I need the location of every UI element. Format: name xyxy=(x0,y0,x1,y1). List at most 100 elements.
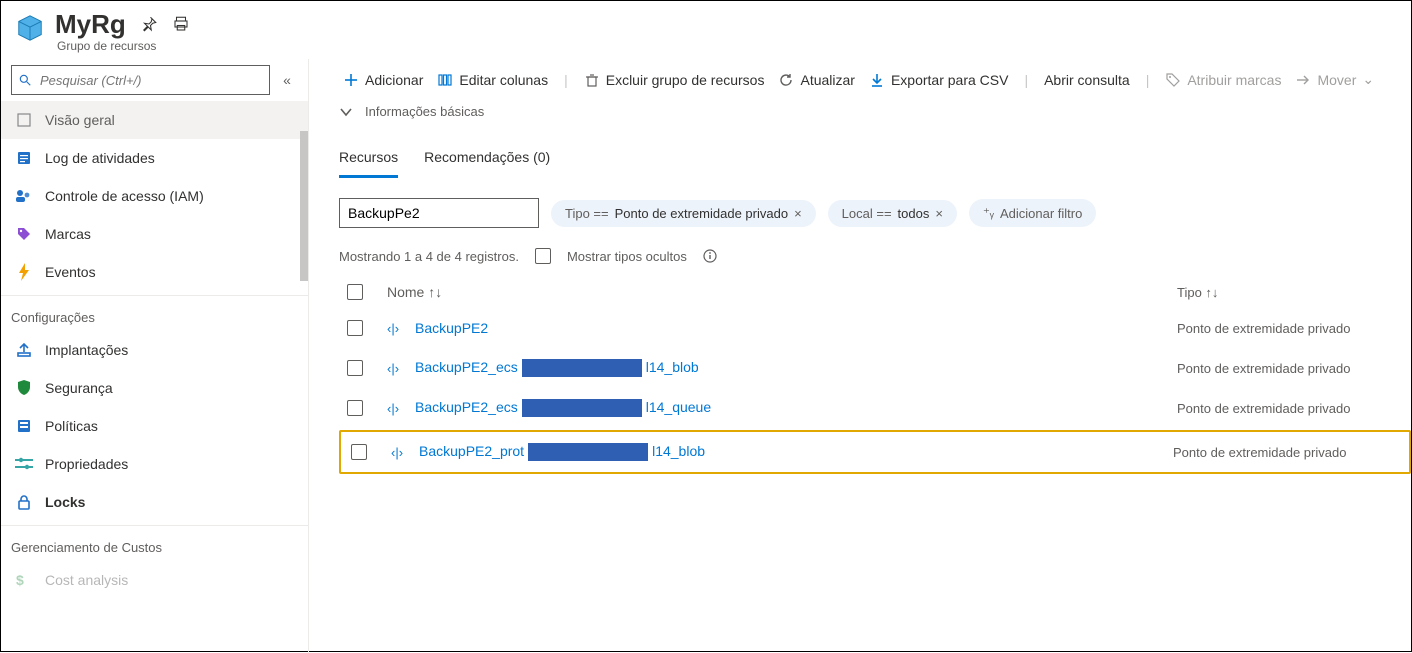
show-hidden-label: Mostrar tipos ocultos xyxy=(567,249,687,264)
add-button[interactable]: Adicionar xyxy=(339,72,427,88)
private-endpoint-icon: ‹|› xyxy=(391,442,411,462)
filter-bar: Tipo == Ponto de extremidade privado × L… xyxy=(339,178,1411,234)
table-row[interactable]: ‹|› BackupPE2_ecsl14_queue Ponto de extr… xyxy=(339,388,1411,428)
nav-policies[interactable]: Políticas xyxy=(1,407,308,445)
tool-label: Mover xyxy=(1317,72,1356,88)
edit-columns-button[interactable]: Editar colunas xyxy=(433,72,552,88)
filter-pill-location[interactable]: Local == todos × xyxy=(828,200,957,227)
grid-header: Nome ↑↓ Tipo ↑↓ xyxy=(339,276,1411,308)
export-csv-button[interactable]: Exportar para CSV xyxy=(865,72,1013,88)
add-filter-button[interactable]: ⁺ᵧ Adicionar filtro xyxy=(969,199,1096,227)
tool-label: Atribuir marcas xyxy=(1187,72,1281,88)
tab-recommendations[interactable]: Recomendações (0) xyxy=(424,143,550,178)
svg-text:‹|›: ‹|› xyxy=(387,401,399,416)
table-row[interactable]: ‹|› BackupPE2_ecsl14_blob Ponto de extre… xyxy=(339,348,1411,388)
page-title: MyRg xyxy=(55,11,126,37)
svg-text:‹|›: ‹|› xyxy=(387,361,399,376)
nav-properties[interactable]: Propriedades xyxy=(1,445,308,483)
toolbar-separator: | xyxy=(558,72,574,88)
nav-locks[interactable]: Locks xyxy=(1,483,308,521)
info-icon[interactable] xyxy=(703,249,717,263)
row-checkbox[interactable] xyxy=(347,360,363,376)
filter-icon: ⁺ᵧ xyxy=(983,205,994,221)
nav-label: Cost analysis xyxy=(45,572,128,588)
cost-icon: $ xyxy=(15,571,33,589)
overview-icon xyxy=(15,111,33,129)
pill-label: Adicionar filtro xyxy=(1000,206,1082,221)
pin-icon[interactable] xyxy=(140,15,158,33)
nav-label: Log de atividades xyxy=(45,150,155,166)
open-query-button[interactable]: Abrir consulta xyxy=(1040,72,1134,88)
show-hidden-checkbox[interactable] xyxy=(535,248,551,264)
nav-overview[interactable]: Visão geral xyxy=(1,101,308,139)
resource-link[interactable]: BackupPE2_ecsl14_blob xyxy=(415,359,699,377)
sidebar-nav: Visão geral Log de atividades Controle d… xyxy=(1,101,308,653)
pill-label: Local == xyxy=(842,206,892,221)
delete-rg-button[interactable]: Excluir grupo de recursos xyxy=(580,72,769,88)
resource-type: Ponto de extremidade privado xyxy=(1177,401,1407,416)
table-row[interactable]: ‹|› BackupPE2 Ponto de extremidade priva… xyxy=(339,308,1411,348)
chevron-down-icon: ⌄ xyxy=(1362,71,1374,88)
sidebar-scrollbar[interactable] xyxy=(300,131,308,281)
svg-text:‹|›: ‹|› xyxy=(391,445,403,460)
remove-filter-icon[interactable]: × xyxy=(935,206,943,221)
nav-cost-analysis[interactable]: $ Cost analysis xyxy=(1,561,308,599)
row-checkbox[interactable] xyxy=(351,444,367,460)
collapse-sidebar-icon[interactable]: « xyxy=(276,72,298,88)
filter-input[interactable] xyxy=(339,198,539,228)
tag-icon xyxy=(15,225,33,243)
tabs: Recursos Recomendações (0) xyxy=(339,129,1411,178)
refresh-button[interactable]: Atualizar xyxy=(774,72,858,88)
resource-type: Ponto de extremidade privado xyxy=(1177,321,1407,336)
redacted-segment xyxy=(522,359,642,377)
col-header-name[interactable]: Nome ↑↓ xyxy=(387,284,1163,300)
resource-link[interactable]: BackupPE2_protl14_blob xyxy=(419,443,705,461)
results-summary: Mostrando 1 a 4 de 4 registros. Mostrar … xyxy=(339,234,1411,276)
nav-security[interactable]: Segurança xyxy=(1,369,308,407)
nav-label: Implantações xyxy=(45,342,128,358)
tool-label: Atualizar xyxy=(800,72,854,88)
redacted-segment xyxy=(522,399,642,417)
events-icon xyxy=(15,263,33,281)
resource-type: Ponto de extremidade privado xyxy=(1177,361,1407,376)
activity-log-icon xyxy=(15,149,33,167)
nav-label: Locks xyxy=(45,494,85,510)
nav-iam[interactable]: Controle de acesso (IAM) xyxy=(1,177,308,215)
deploy-icon xyxy=(15,341,33,359)
nav-label: Políticas xyxy=(45,418,98,434)
nav-label: Controle de acesso (IAM) xyxy=(45,188,204,204)
select-all-checkbox[interactable] xyxy=(347,284,363,300)
remove-filter-icon[interactable]: × xyxy=(794,206,802,221)
trash-icon xyxy=(584,72,600,88)
refresh-icon xyxy=(778,72,794,88)
page-header: MyRg Grupo de recursos xyxy=(1,1,1411,59)
nav-deployments[interactable]: Implantações xyxy=(1,331,308,369)
print-icon[interactable] xyxy=(172,15,190,33)
row-checkbox[interactable] xyxy=(347,320,363,336)
lock-icon xyxy=(15,493,33,511)
nav-section-cost: Gerenciamento de Custos xyxy=(1,525,308,561)
iam-icon xyxy=(15,187,33,205)
nav-activity-log[interactable]: Log de atividades xyxy=(1,139,308,177)
tool-label: Exportar para CSV xyxy=(891,72,1009,88)
table-row[interactable]: ‹|› BackupPE2_protl14_blob Ponto de extr… xyxy=(343,438,1407,466)
tool-label: Abrir consulta xyxy=(1044,72,1130,88)
tab-resources[interactable]: Recursos xyxy=(339,143,398,178)
resource-link[interactable]: BackupPE2 xyxy=(415,320,488,336)
sidebar-search-input[interactable] xyxy=(38,72,263,89)
sidebar-search[interactable] xyxy=(11,65,270,95)
nav-events[interactable]: Eventos xyxy=(1,253,308,291)
sidebar: « Visão geral Log de atividades Controle… xyxy=(1,59,309,653)
move-button[interactable]: Mover ⌄ xyxy=(1291,71,1378,88)
essentials-toggle[interactable]: Informações básicas xyxy=(339,98,1411,129)
essentials-label: Informações básicas xyxy=(365,104,484,119)
row-checkbox[interactable] xyxy=(347,400,363,416)
svg-text:‹|›: ‹|› xyxy=(387,321,399,336)
chevron-down-icon xyxy=(339,105,353,119)
assign-tags-button[interactable]: Atribuir marcas xyxy=(1161,72,1285,88)
nav-tags[interactable]: Marcas xyxy=(1,215,308,253)
col-header-type[interactable]: Tipo ↑↓ xyxy=(1177,285,1407,300)
filter-pill-type[interactable]: Tipo == Ponto de extremidade privado × xyxy=(551,200,816,227)
nav-label: Marcas xyxy=(45,226,91,242)
resource-link[interactable]: BackupPE2_ecsl14_queue xyxy=(415,399,711,417)
